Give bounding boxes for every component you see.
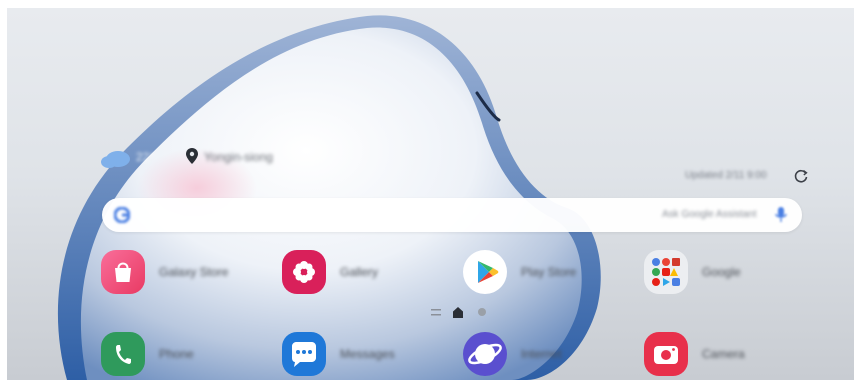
location-pin-icon <box>186 148 198 164</box>
temperature-text: 22° <box>136 150 155 164</box>
camera-icon <box>644 332 688 376</box>
planet-icon <box>463 332 507 376</box>
weather-widget[interactable]: 22° Yongin-siong <box>100 144 310 172</box>
app-camera[interactable]: Camera <box>644 332 814 380</box>
page-indicator[interactable] <box>431 306 491 320</box>
app-label: Galaxy Store <box>159 265 229 279</box>
app-internet[interactable]: Internet <box>463 332 633 380</box>
assistant-hint-text: Ask Google Assistant <box>662 209 757 220</box>
home-screen: 22° Yongin-siong Updated 2/11 9:00 Ask G… <box>7 8 854 380</box>
app-label: Play Store <box>521 265 577 279</box>
app-label: Google <box>702 265 741 279</box>
flower-icon <box>282 250 326 294</box>
chat-bubble-icon <box>282 332 326 376</box>
mic-icon[interactable] <box>774 207 788 223</box>
cloud-icon <box>101 151 130 168</box>
app-label: Gallery <box>340 265 379 279</box>
play-store-icon <box>463 250 507 294</box>
location-text: Yongin-siong <box>204 150 273 164</box>
app-google-folder[interactable]: Google <box>644 250 814 300</box>
page-dot <box>478 308 486 316</box>
phone-icon <box>101 332 145 376</box>
google-folder-icon <box>644 250 688 294</box>
menu-lines-icon <box>431 309 441 316</box>
app-phone[interactable]: Phone <box>101 332 271 380</box>
app-label: Camera <box>702 347 745 361</box>
google-g-icon <box>114 207 130 223</box>
app-gallery[interactable]: Gallery <box>282 250 452 300</box>
app-label: Messages <box>340 347 395 361</box>
home-page-icon <box>453 307 463 318</box>
weather-updated: Updated 2/11 9:00 <box>685 168 815 186</box>
app-galaxy-store[interactable]: Galaxy Store <box>101 250 271 300</box>
updated-timestamp: Updated 2/11 9:00 <box>685 170 767 181</box>
app-label: Phone <box>159 347 194 361</box>
app-label: Internet <box>521 347 562 361</box>
google-search-bar[interactable]: Ask Google Assistant <box>102 198 802 232</box>
shopping-bag-icon <box>101 250 145 294</box>
wallpaper-image <box>57 15 601 380</box>
app-play-store[interactable]: Play Store <box>463 250 633 300</box>
refresh-icon[interactable] <box>793 168 809 184</box>
app-messages[interactable]: Messages <box>282 332 452 380</box>
